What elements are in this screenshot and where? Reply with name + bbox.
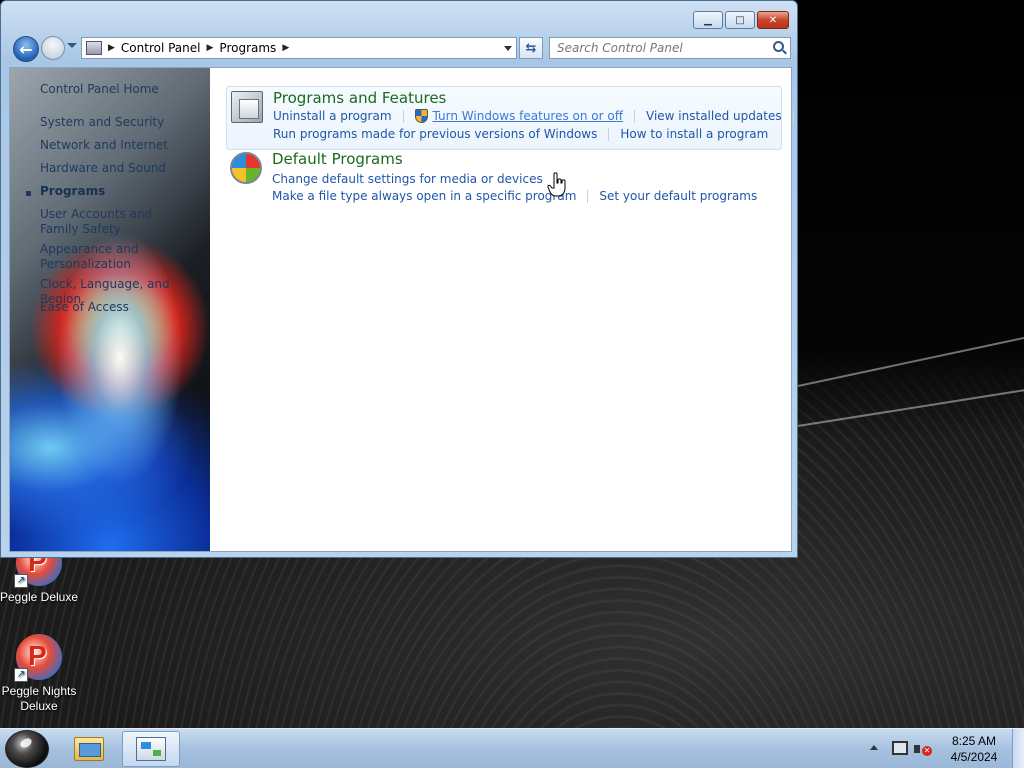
taskbar-control-panel[interactable] bbox=[122, 731, 180, 767]
separator bbox=[587, 189, 589, 203]
uac-shield-icon bbox=[414, 109, 428, 123]
breadcrumb-control-panel[interactable]: Control Panel bbox=[121, 41, 201, 55]
hand-cursor-icon bbox=[547, 172, 566, 197]
network-icon[interactable] bbox=[892, 741, 908, 755]
start-button[interactable] bbox=[5, 730, 49, 768]
peggle-nights-icon: P ↗ bbox=[14, 634, 62, 682]
link-uninstall-program[interactable]: Uninstall a program bbox=[273, 109, 392, 123]
link-row: Uninstall a program Turn Windows feature… bbox=[273, 109, 805, 123]
caption-buttons: ▁ □ ✕ bbox=[693, 11, 789, 29]
control-panel-icon bbox=[136, 737, 166, 761]
content-area: Control Panel Home System and Security N… bbox=[9, 67, 794, 552]
taskbar: ✕ 8:25 AM 4/5/2024 bbox=[0, 728, 1024, 768]
separator bbox=[634, 109, 636, 123]
link-row: Make a file type always open in a specif… bbox=[272, 189, 757, 203]
link-how-to-install[interactable]: How to install a program bbox=[620, 127, 768, 141]
breadcrumb-arrow-icon[interactable]: ▶ bbox=[282, 43, 289, 53]
desktop-icon-label: Peggle Nights Deluxe bbox=[1, 684, 77, 713]
close-button[interactable]: ✕ bbox=[757, 11, 789, 29]
minimize-button[interactable]: ▁ bbox=[693, 11, 723, 29]
address-bar[interactable]: ▶ Control Panel ▶ Programs ▶ bbox=[81, 37, 517, 59]
breadcrumb-arrow-icon[interactable]: ▶ bbox=[207, 43, 214, 53]
system-clock[interactable]: 8:25 AM 4/5/2024 bbox=[944, 733, 1004, 765]
separator bbox=[608, 127, 610, 141]
link-view-installed-updates[interactable]: View installed updates bbox=[646, 109, 782, 123]
nav-control-panel-home[interactable]: Control Panel Home bbox=[40, 82, 208, 97]
link-run-previous-versions[interactable]: Run programs made for previous versions … bbox=[273, 127, 597, 141]
windows-explorer-icon bbox=[74, 737, 104, 761]
desktop-icon-peggle-nights-deluxe[interactable]: P ↗ Peggle Nights Deluxe bbox=[0, 634, 79, 714]
nav-network-and-internet[interactable]: Network and Internet bbox=[40, 138, 208, 153]
separator bbox=[792, 109, 794, 123]
forward-button[interactable] bbox=[41, 36, 65, 60]
taskbar-windows-explorer[interactable] bbox=[60, 731, 118, 767]
breadcrumb-arrow-icon[interactable]: ▶ bbox=[108, 43, 115, 53]
show-desktop-button[interactable] bbox=[1012, 729, 1024, 768]
programs-features-icon[interactable] bbox=[231, 91, 263, 123]
nav-system-and-security[interactable]: System and Security bbox=[40, 115, 208, 130]
section-title-default-programs[interactable]: Default Programs bbox=[272, 150, 403, 168]
nav-hardware-and-sound[interactable]: Hardware and Sound bbox=[40, 161, 208, 176]
nav-user-accounts[interactable]: User Accounts and Family Safety bbox=[40, 207, 190, 237]
search-input[interactable]: Search Control Panel bbox=[549, 37, 791, 59]
separator bbox=[402, 109, 404, 123]
control-panel-icon bbox=[86, 41, 102, 55]
recent-pages-dropdown[interactable] bbox=[67, 43, 77, 48]
nav-programs[interactable]: Programs bbox=[40, 184, 208, 199]
nav-appearance[interactable]: Appearance and Personalization bbox=[40, 242, 150, 272]
link-change-default-settings[interactable]: Change default settings for media or dev… bbox=[272, 172, 543, 186]
link-row: Run programs made for previous versions … bbox=[273, 127, 768, 141]
default-programs-icon[interactable] bbox=[230, 152, 262, 184]
link-row: Change default settings for media or dev… bbox=[272, 172, 566, 186]
nav-ease-of-access[interactable]: Ease of Access bbox=[40, 300, 208, 315]
back-button[interactable]: ← bbox=[13, 36, 39, 62]
link-set-default-programs[interactable]: Set your default programs bbox=[599, 189, 757, 203]
section-default-programs: Default Programs Change default settings… bbox=[226, 148, 782, 208]
clock-time: 8:25 AM bbox=[951, 734, 997, 748]
left-navigation-pane: Control Panel Home System and Security N… bbox=[10, 68, 210, 551]
show-hidden-icons-icon[interactable] bbox=[870, 745, 878, 750]
search-icon[interactable] bbox=[773, 41, 784, 52]
volume-muted-icon[interactable]: ✕ bbox=[914, 741, 932, 757]
search-placeholder: Search Control Panel bbox=[557, 41, 683, 55]
desktop-icon-label: Peggle Deluxe bbox=[0, 590, 79, 604]
link-file-type-association[interactable]: Make a file type always open in a specif… bbox=[272, 189, 576, 203]
clock-date: 4/5/2024 bbox=[950, 750, 998, 764]
breadcrumb-programs[interactable]: Programs bbox=[219, 41, 276, 55]
maximize-button[interactable]: □ bbox=[725, 11, 755, 29]
section-title-programs-and-features[interactable]: Programs and Features bbox=[273, 89, 446, 107]
link-turn-windows-features[interactable]: Turn Windows features on or off bbox=[433, 109, 624, 123]
active-bullet-icon bbox=[26, 191, 31, 196]
control-panel-window: ▁ □ ✕ ← ▶ Control Panel ▶ Programs ▶ ⇆ S… bbox=[0, 0, 798, 558]
refresh-button[interactable]: ⇆ bbox=[519, 37, 543, 59]
section-programs-and-features: Programs and Features Uninstall a progra… bbox=[226, 86, 794, 150]
address-dropdown-icon[interactable] bbox=[504, 46, 512, 51]
